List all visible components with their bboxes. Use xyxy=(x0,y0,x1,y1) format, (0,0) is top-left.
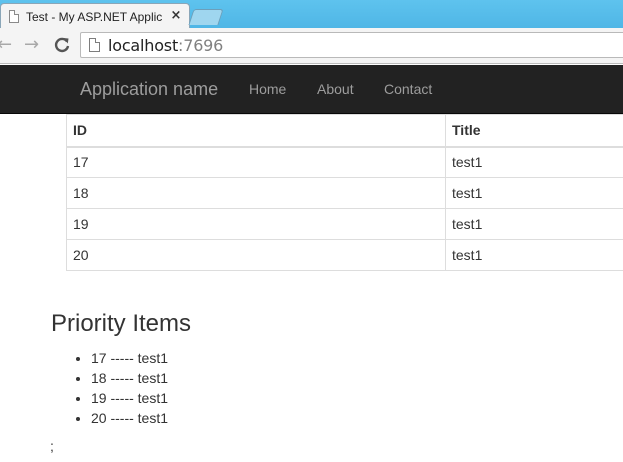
url-text[interactable]: localhost:7696 xyxy=(108,36,223,55)
priority-list: 17 ----- test1 18 ----- test1 19 ----- t… xyxy=(91,348,168,428)
nav-link-about[interactable]: About xyxy=(317,81,354,97)
table-row: 20 test1 xyxy=(66,239,623,271)
column-header-title: Title xyxy=(445,114,623,148)
new-tab-button[interactable] xyxy=(188,9,224,25)
items-table: ID Title 17 test1 18 test1 19 test1 20 t… xyxy=(66,114,623,271)
stray-semicolon: ; xyxy=(50,438,54,454)
address-bar[interactable]: localhost:7696 xyxy=(80,32,623,58)
list-item: 20 ----- test1 xyxy=(91,408,168,428)
cell-title: test1 xyxy=(445,239,623,271)
table-header-row: ID Title xyxy=(66,114,623,148)
nav-link-home[interactable]: Home xyxy=(249,81,286,97)
priority-heading: Priority Items xyxy=(51,310,192,337)
cell-title: test1 xyxy=(445,146,623,178)
browser-titlebar: Test - My ASP.NET Applic × xyxy=(0,0,623,30)
cell-id: 18 xyxy=(66,177,446,209)
cell-id: 20 xyxy=(66,239,446,271)
cell-id: 19 xyxy=(66,208,446,240)
nav-link-contact[interactable]: Contact xyxy=(384,81,432,97)
browser-toolbar: ← → localhost:7696 xyxy=(0,28,623,64)
table-row: 19 test1 xyxy=(66,208,623,240)
cell-title: test1 xyxy=(445,177,623,209)
table-row: 17 test1 xyxy=(66,146,623,178)
list-item: 17 ----- test1 xyxy=(91,348,168,368)
column-header-id: ID xyxy=(66,114,446,148)
cell-title: test1 xyxy=(445,208,623,240)
brand-link[interactable]: Application name xyxy=(80,79,218,100)
document-icon xyxy=(9,10,19,23)
page-icon xyxy=(89,38,100,52)
list-item: 19 ----- test1 xyxy=(91,388,168,408)
url-host: localhost xyxy=(108,36,179,55)
tab-title: Test - My ASP.NET Applic xyxy=(26,10,163,24)
browser-tab[interactable]: Test - My ASP.NET Applic × xyxy=(0,3,190,30)
table-row: 18 test1 xyxy=(66,177,623,209)
close-tab-icon[interactable]: × xyxy=(169,8,183,24)
back-arrow-icon[interactable]: ← xyxy=(0,34,12,56)
forward-arrow-icon[interactable]: → xyxy=(24,34,39,56)
url-port: :7696 xyxy=(178,36,224,55)
list-item: 18 ----- test1 xyxy=(91,368,168,388)
cell-id: 17 xyxy=(66,146,446,178)
reload-icon[interactable] xyxy=(54,34,70,56)
site-navbar: Application name Home About Contact xyxy=(0,65,623,114)
